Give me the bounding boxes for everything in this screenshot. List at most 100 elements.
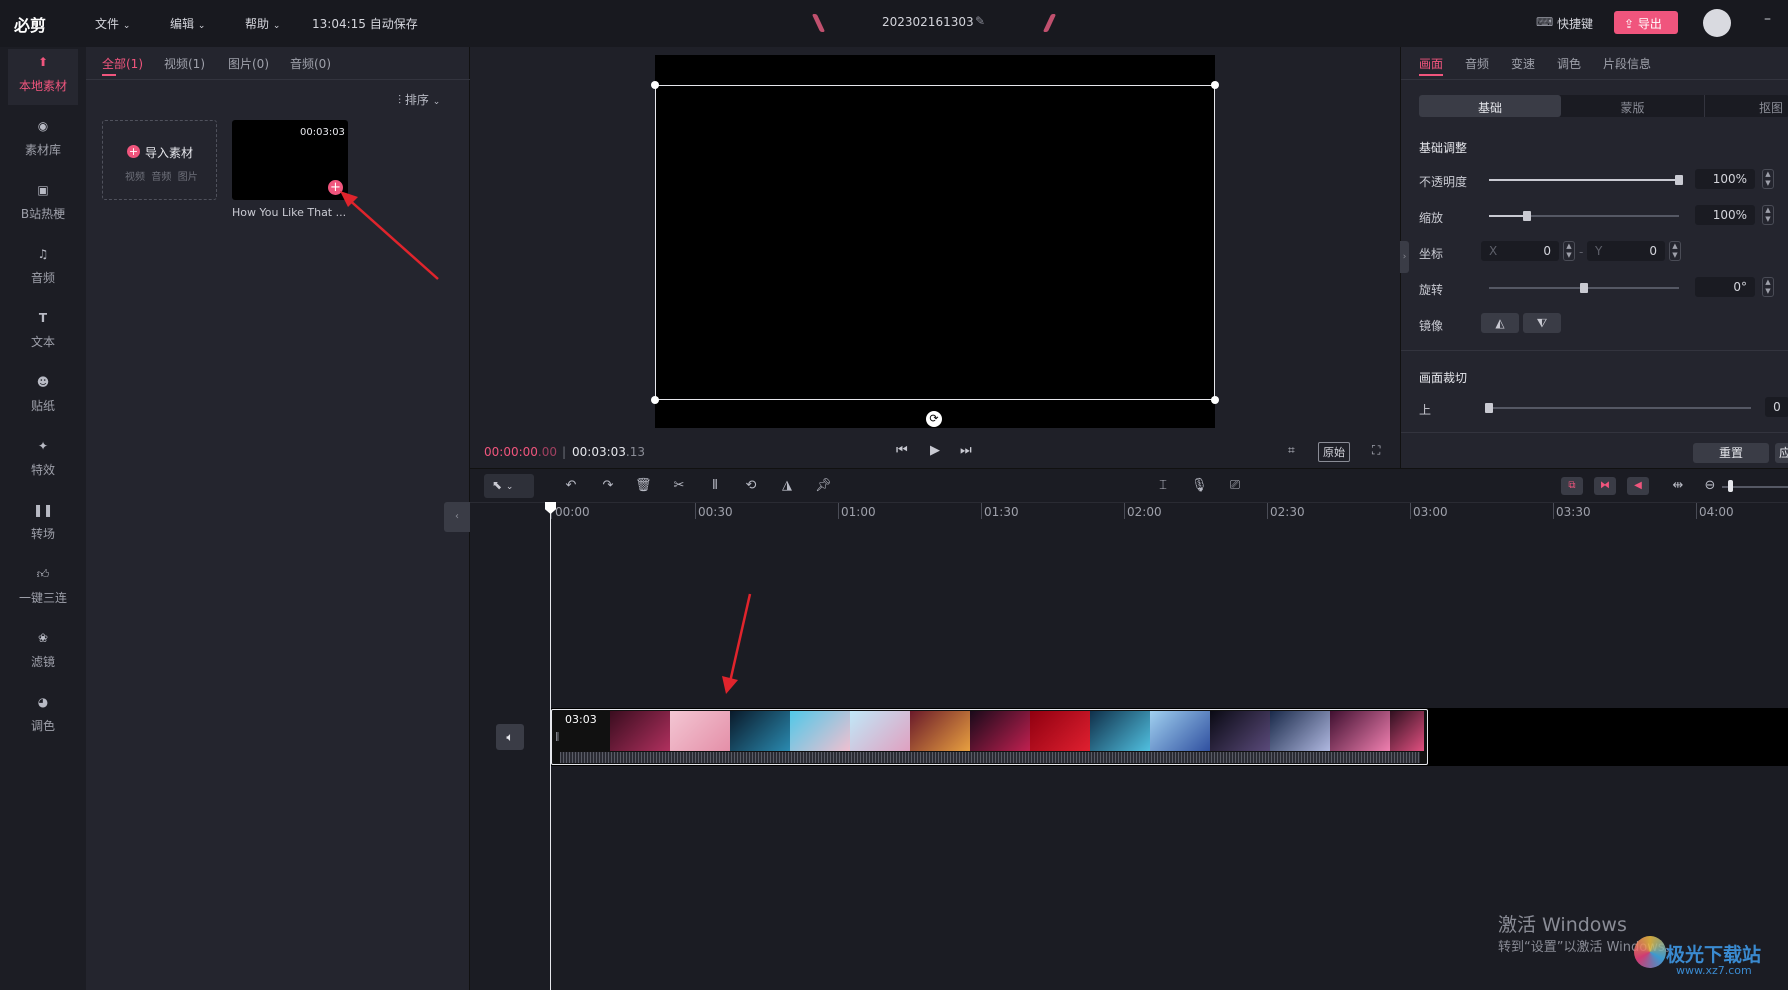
resize-handle[interactable] [651, 81, 659, 89]
minimize-icon[interactable]: – [1764, 11, 1771, 27]
tab-audio[interactable]: 音频(0) [290, 55, 331, 72]
tab-image[interactable]: 图片(0) [228, 55, 269, 72]
y-stepper[interactable]: ▲ ▼ [1669, 241, 1681, 261]
apply-button[interactable]: 应 [1775, 443, 1788, 463]
crop-top-knob[interactable] [1485, 403, 1493, 413]
nav-bilibili-memes[interactable]: ▣ B站热梗 [8, 177, 78, 233]
opacity-slider-knob[interactable] [1675, 175, 1683, 185]
import-media-button[interactable]: + 导入素材 视频 音频 图片 [102, 120, 217, 200]
crop-top-field[interactable]: 0 [1765, 397, 1788, 417]
menu-edit[interactable]: 编辑 ⌄ [170, 15, 205, 32]
opacity-field[interactable]: 100% [1695, 169, 1755, 189]
rotate-slider-knob[interactable] [1580, 283, 1588, 293]
x-stepper[interactable]: ▲ ▼ [1563, 241, 1575, 261]
mute-track-icon[interactable]: 🔈︎ [496, 724, 524, 750]
star-icon: ✦ [37, 439, 49, 453]
rotate-stepper[interactable]: ▲ ▼ [1762, 277, 1774, 297]
collapse-media-icon[interactable]: ‹ [444, 502, 470, 532]
tab-picture[interactable]: 画面 [1419, 55, 1443, 72]
nav-label: 音频 [30, 271, 55, 285]
subtab-matting[interactable]: 抠图 [1759, 99, 1783, 116]
edit-name-icon[interactable]: ✎ [975, 14, 985, 28]
microphone-icon[interactable]: 🎙︎ [1191, 478, 1208, 494]
tab-underline [1419, 74, 1443, 76]
nav-transition[interactable]: ❚❚ 转场 [8, 497, 78, 553]
pin-icon[interactable]: 📌︎ [815, 478, 832, 494]
reset-button[interactable]: 重置 [1693, 443, 1769, 463]
snap-toggle-icon[interactable]: ⧉ [1561, 477, 1583, 495]
audio-link-icon[interactable]: ◀ [1627, 477, 1649, 495]
divider [1401, 79, 1788, 80]
crop-icon[interactable]: ⌗ [1288, 443, 1295, 458]
sort-button[interactable]: ⫶ 排序 ⌄ [398, 91, 440, 108]
tab-speed[interactable]: 变速 [1511, 55, 1535, 72]
tab-video[interactable]: 视频(1) [164, 55, 205, 72]
y-field[interactable]: Y0 [1587, 241, 1665, 261]
trim-handle-left[interactable]: ‖ [555, 732, 560, 742]
subtab-mask[interactable]: 蒙版 [1561, 95, 1705, 117]
scale-field[interactable]: 100% [1695, 205, 1755, 225]
tab-prop-audio[interactable]: 音频 [1465, 55, 1489, 72]
resize-handle[interactable] [1211, 81, 1219, 89]
scale-slider-knob[interactable] [1523, 211, 1531, 221]
link-toggle-icon[interactable]: ⧓ [1594, 477, 1616, 495]
menu-file[interactable]: 文件 ⌄ [95, 15, 130, 32]
crop-top-label: 上 [1419, 403, 1432, 417]
reverse-icon[interactable]: ⟲ [743, 478, 759, 494]
cursor-icon: ⬉ [492, 478, 503, 492]
rotate-handle-icon[interactable]: ⟳ [926, 411, 942, 427]
split-view-icon[interactable]: ⇹ [1670, 478, 1686, 494]
chevron-down-icon: ⌄ [122, 21, 131, 31]
nav-sticker[interactable]: ☻ 贴纸 [8, 369, 78, 425]
undo-icon[interactable]: ↶ [563, 478, 579, 494]
zoom-slider-knob[interactable] [1728, 480, 1733, 492]
split-icon[interactable]: ✂ [671, 478, 687, 494]
select-tool-button[interactable]: ⬉ ⌄ [484, 474, 534, 498]
record-camera-icon[interactable]: ⎚ [1227, 478, 1243, 494]
nav-audio[interactable]: ♫ 音频 [8, 241, 78, 297]
nav-color[interactable]: ◕ 调色 [8, 689, 78, 745]
shortcut-button[interactable]: 快捷键 [1557, 15, 1593, 32]
delete-icon[interactable]: 🗑︎ [635, 478, 652, 494]
zoom-out-icon[interactable]: ⊖ [1702, 478, 1718, 494]
clip-frame [970, 711, 1030, 751]
y-label: Y [1595, 244, 1603, 258]
resize-handle[interactable] [1211, 396, 1219, 404]
text-recognition-icon[interactable]: ⌶ [1155, 478, 1171, 494]
play-icon[interactable]: ▶ [930, 443, 940, 458]
export-button[interactable]: ⇪ 导出 [1614, 11, 1678, 34]
scale-stepper[interactable]: ▲ ▼ [1762, 205, 1774, 225]
mirror-icon[interactable]: ◮ [779, 478, 795, 494]
flip-vertical-icon[interactable]: ⧨ [1523, 313, 1561, 333]
subtab-basic[interactable]: 基础 [1419, 95, 1561, 117]
media-clip-thumbnail[interactable]: 00:03:03 + [232, 120, 348, 200]
nav-text[interactable]: T 文本 [8, 305, 78, 361]
tab-color-grade[interactable]: 调色 [1557, 55, 1581, 72]
resize-handle[interactable] [651, 396, 659, 404]
nav-effects[interactable]: ✦ 特效 [8, 433, 78, 489]
collapse-panel-icon[interactable]: › [1400, 241, 1409, 273]
fullscreen-icon[interactable]: ⛶ [1372, 443, 1380, 458]
menu-help[interactable]: 帮助 ⌄ [245, 15, 280, 32]
rotate-field[interactable]: 0° [1695, 277, 1755, 297]
redo-icon[interactable]: ↷ [600, 478, 616, 494]
crop-top-slider[interactable] [1489, 407, 1751, 409]
tab-clip-info[interactable]: 片段信息 [1603, 55, 1651, 72]
avatar[interactable] [1703, 9, 1731, 37]
nav-library[interactable]: ◉ 素材库 [8, 113, 78, 169]
skip-forward-icon[interactable]: ⏭ [960, 443, 972, 458]
skip-back-icon[interactable]: ⏮ [896, 443, 908, 458]
project-name[interactable]: 202302161303 [882, 15, 974, 29]
transform-box[interactable] [655, 85, 1215, 400]
tab-all[interactable]: 全部(1) [102, 55, 143, 72]
x-field[interactable]: X0 [1481, 241, 1559, 261]
nav-local-media[interactable]: ⬆ 本地素材 [8, 49, 78, 105]
ratio-button[interactable]: 原始 [1318, 442, 1350, 462]
nav-triple[interactable]: 👍︎ 一键三连 [8, 561, 78, 617]
clip-frame [1270, 711, 1330, 751]
nav-filter[interactable]: ❀ 滤镜 [8, 625, 78, 681]
opacity-stepper[interactable]: ▲ ▼ [1762, 169, 1774, 189]
freeze-frame-icon[interactable]: ⦀ [707, 478, 723, 494]
preview-canvas[interactable]: ⟳ [651, 55, 1219, 428]
flip-horizontal-icon[interactable]: ◭ [1481, 313, 1519, 333]
